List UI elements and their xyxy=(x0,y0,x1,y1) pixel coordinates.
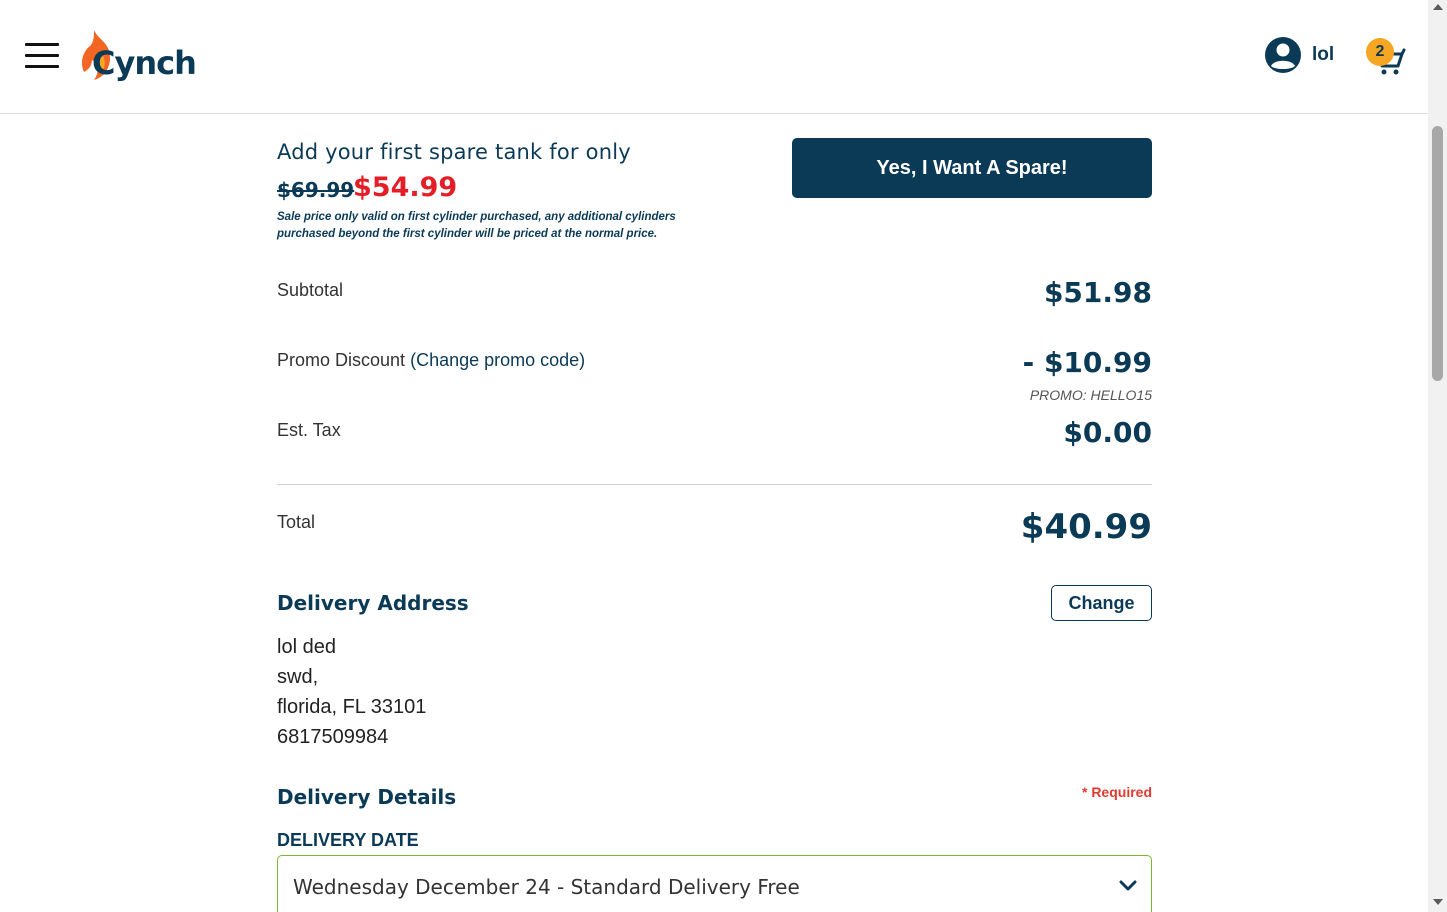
promo-discount-row: Promo Discount (Change promo code) xyxy=(277,350,585,371)
user-account[interactable]: lol xyxy=(1264,36,1334,74)
change-address-button[interactable]: Change xyxy=(1051,585,1152,621)
delivery-address-title: Delivery Address xyxy=(277,591,469,615)
delivery-details-title: Delivery Details xyxy=(277,785,457,809)
total-value: $40.99 xyxy=(1020,507,1152,547)
user-name: lol xyxy=(1312,44,1335,65)
delivery-date-value: Wednesday December 24 - Standard Deliver… xyxy=(293,875,800,899)
promo-discount-value: - $10.99 xyxy=(1022,346,1152,379)
scroll-thumb[interactable] xyxy=(1432,126,1443,381)
scroll-down-arrow-icon[interactable] xyxy=(1433,899,1443,905)
required-note: * Required xyxy=(1081,784,1152,800)
site-header: Cynch lol 2 xyxy=(0,0,1428,114)
hamburger-menu-icon[interactable] xyxy=(25,43,59,69)
address-line-name: lol ded xyxy=(277,636,336,658)
address-line-street: swd, xyxy=(277,666,319,688)
cart-button[interactable]: 2 xyxy=(1366,36,1406,78)
summary-divider xyxy=(277,484,1152,485)
delivery-date-label: DELIVERY DATE xyxy=(277,830,419,850)
promo-discount-label: Promo Discount xyxy=(277,350,406,370)
delivery-date-select[interactable]: Wednesday December 24 - Standard Deliver… xyxy=(277,855,1152,912)
chevron-down-icon xyxy=(1119,880,1137,891)
spare-old-price: $69.99 xyxy=(277,178,355,202)
spare-offer-title: Add your first spare tank for only xyxy=(277,140,631,164)
cynch-logo[interactable]: Cynch xyxy=(80,28,197,86)
address-line-city: florida, FL 33101 xyxy=(277,696,427,718)
tax-label: Est. Tax xyxy=(277,420,341,440)
spare-fine-print: Sale price only valid on first cylinder … xyxy=(277,211,676,240)
cart-count-badge: 2 xyxy=(1366,38,1394,66)
scroll-up-arrow-icon[interactable] xyxy=(1433,4,1443,10)
total-label: Total xyxy=(277,512,316,532)
subtotal-label: Subtotal xyxy=(277,280,344,300)
add-spare-button[interactable]: Yes, I Want A Spare! xyxy=(792,138,1152,198)
tax-value: $0.00 xyxy=(1063,416,1152,449)
spare-sale-price: $54.99 xyxy=(353,172,458,203)
promo-code-text: PROMO: HELLO15 xyxy=(1029,387,1152,403)
subtotal-value: $51.98 xyxy=(1043,276,1152,309)
address-line-phone: 6817509984 xyxy=(277,726,389,748)
brand-name: Cynch xyxy=(92,44,197,82)
user-avatar-icon xyxy=(1265,37,1301,73)
change-promo-code-link[interactable]: (Change promo code) xyxy=(410,350,585,370)
page-scrollbar[interactable] xyxy=(1428,0,1447,912)
